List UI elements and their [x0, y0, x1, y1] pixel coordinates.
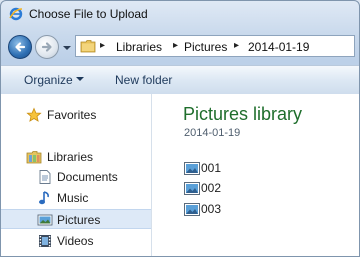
nav-item-videos[interactable]: Videos	[1, 231, 151, 251]
breadcrumb-separator-icon[interactable]: ▸	[100, 40, 105, 51]
address-bar[interactable]: ▸ Libraries ▸ Pictures ▸ 2014-01-19	[75, 35, 355, 57]
forward-button[interactable]	[35, 35, 59, 59]
organize-dropdown-icon[interactable]	[76, 77, 84, 81]
window-title: Choose File to Upload	[29, 7, 148, 21]
nav-item-label: Libraries	[47, 150, 94, 164]
library-title: Pictures library	[183, 104, 303, 124]
documents-icon	[37, 169, 53, 185]
libraries-icon	[26, 149, 42, 165]
nav-item-libraries[interactable]: Libraries	[1, 147, 151, 167]
file-item[interactable]: 001	[184, 160, 244, 178]
pictures-icon	[37, 212, 53, 228]
file-name: 001	[201, 161, 222, 175]
file-name: 003	[201, 202, 222, 216]
breadcrumb-libraries[interactable]: Libraries	[116, 40, 162, 54]
nav-item-label: Documents	[57, 170, 118, 184]
back-arrow-icon	[15, 42, 26, 52]
nav-item-documents[interactable]: Documents	[1, 167, 151, 187]
nav-item-label: Favorites	[47, 108, 97, 122]
back-button[interactable]	[8, 35, 32, 59]
file-list-pane: Pictures library 2014-01-19 001 002 003	[152, 94, 359, 256]
nav-item-pictures[interactable]: Pictures	[1, 209, 151, 229]
folder-icon	[80, 39, 96, 53]
nav-item-label: Pictures	[57, 213, 101, 227]
breadcrumb-pictures[interactable]: Pictures	[184, 40, 227, 54]
breadcrumb-separator-icon[interactable]: ▸	[234, 40, 239, 51]
breadcrumb-separator-icon[interactable]: ▸	[173, 40, 178, 51]
image-file-icon	[184, 162, 200, 175]
recent-locations-chevron-icon[interactable]	[62, 42, 72, 52]
library-subtitle: 2014-01-19	[184, 127, 241, 139]
command-bar: Organize New folder	[1, 65, 359, 95]
nav-item-music[interactable]: Music	[1, 188, 151, 208]
file-item[interactable]: 003	[184, 201, 244, 219]
file-item[interactable]: 002	[184, 180, 244, 198]
star-icon	[26, 107, 42, 123]
image-file-icon	[184, 203, 200, 216]
breadcrumb-date-folder[interactable]: 2014-01-19	[248, 40, 309, 54]
forward-arrow-icon	[41, 42, 52, 52]
nav-item-label: Music	[57, 191, 89, 205]
new-folder-button[interactable]: New folder	[115, 73, 172, 87]
music-note-icon	[37, 190, 53, 206]
navigation-row: ▸ Libraries ▸ Pictures ▸ 2014-01-19	[1, 31, 359, 63]
navigation-pane: Favorites Libraries Documents Music Pict…	[1, 94, 152, 256]
image-file-icon	[184, 182, 200, 195]
organize-button[interactable]: Organize	[24, 73, 73, 87]
nav-item-label: Videos	[57, 234, 94, 248]
internet-explorer-icon	[9, 7, 23, 21]
file-name: 002	[201, 181, 222, 195]
file-upload-dialog: Choose File to Upload ▸ Libraries ▸ Pict…	[0, 0, 360, 257]
title-bar: Choose File to Upload	[1, 1, 359, 29]
film-strip-icon	[37, 233, 53, 249]
nav-item-favorites[interactable]: Favorites	[1, 105, 151, 125]
